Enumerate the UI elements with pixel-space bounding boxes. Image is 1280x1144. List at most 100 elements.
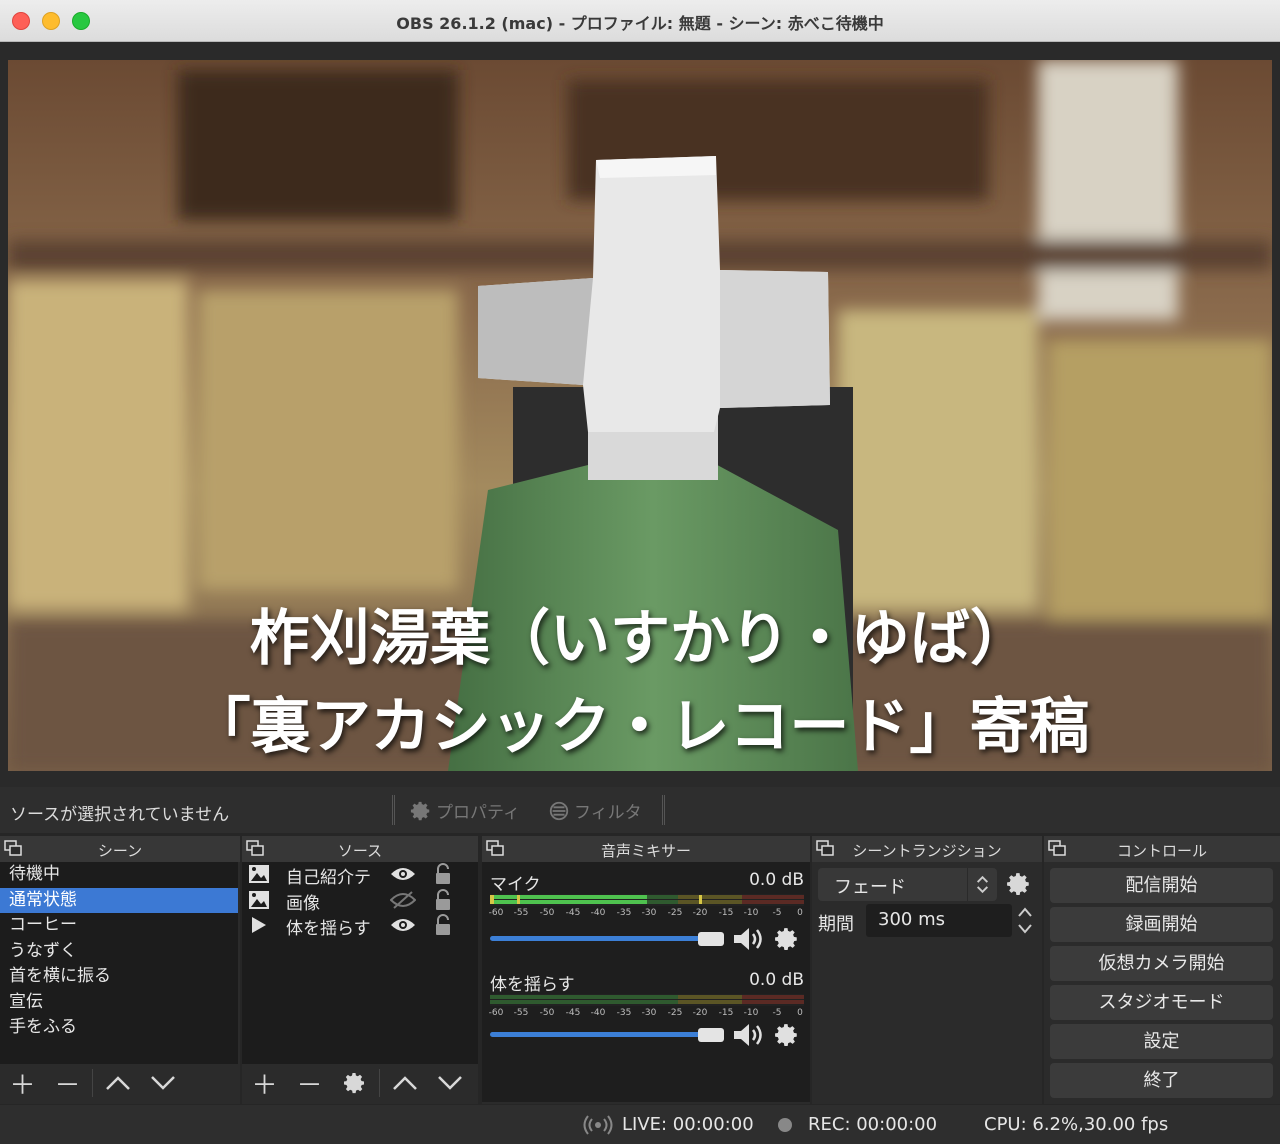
remove-source-button[interactable]: － (287, 1065, 332, 1101)
move-source-up-button[interactable] (382, 1065, 427, 1101)
cpu-fps: CPU: 6.2%,30.00 fps (984, 1114, 1169, 1135)
status-bar: LIVE: 00:00:00 REC: 00:00:00 CPU: 6.2%,3… (0, 1105, 1280, 1144)
source-name: 体を揺らす (286, 919, 371, 939)
move-scene-down-button[interactable] (140, 1065, 185, 1101)
play-icon (252, 917, 266, 933)
transition-properties-gear-icon[interactable] (1006, 871, 1032, 897)
chevron-down-icon (437, 1076, 462, 1090)
remove-scene-button[interactable]: － (45, 1065, 90, 1101)
spin-down-icon[interactable] (1014, 921, 1036, 937)
scene-item[interactable]: コーヒー (0, 913, 238, 939)
broadcast-icon (583, 1115, 613, 1135)
volume-slider-handle[interactable] (698, 1028, 724, 1042)
spin-up-icon[interactable] (1014, 904, 1036, 920)
gear-icon[interactable] (774, 1022, 800, 1048)
move-source-down-button[interactable] (427, 1065, 472, 1101)
sources-toolbar: ＋ － (242, 1065, 478, 1101)
meter-scale: -60 -55 -50 -45 -40 -35 -30 -25 -20 -15 -10 -5 0 (488, 908, 803, 918)
meter-fill (490, 900, 647, 904)
source-name: 自己紹介テ (286, 868, 371, 888)
scene-item[interactable]: うなずく (0, 939, 238, 965)
preview-canvas[interactable]: 柞刈湯葉（いすかり・ゆば） 「裏アカシック・レコード」寄稿 (8, 60, 1272, 771)
duration-label: 期間 (818, 914, 854, 935)
source-item[interactable]: 体を揺らす (242, 913, 478, 939)
properties-button[interactable]: プロパティ (410, 798, 520, 823)
rec-time: REC: 00:00:00 (808, 1114, 938, 1135)
toolbar-separator (92, 1069, 93, 1097)
image-icon (249, 890, 269, 909)
volume-slider[interactable] (490, 936, 710, 941)
studio-mode-button[interactable]: スタジオモード (1050, 985, 1273, 1020)
scene-item[interactable]: 待機中 (0, 862, 238, 888)
source-item[interactable]: 自己紹介テ (242, 862, 478, 888)
scene-list[interactable]: 待機中 通常状態 コーヒー うなずく 首を横に振る 宣伝 手をふる (0, 862, 238, 1064)
channel-name: マイク (490, 875, 541, 895)
unlock-icon[interactable] (433, 888, 453, 911)
source-properties-button[interactable] (332, 1065, 377, 1101)
scene-item[interactable]: 宣伝 (0, 990, 238, 1016)
source-item[interactable]: 画像 (242, 888, 478, 914)
caption-line-1: 柞刈湯葉（いすかり・ゆば） (250, 604, 1030, 674)
scenes-title: シーン (97, 842, 143, 860)
channel-name: 体を揺らす (490, 975, 575, 995)
filter-icon (549, 801, 569, 820)
scenes-dock-header: シーン (0, 836, 240, 862)
meter-scale: -60 -55 -50 -45 -40 -35 -30 -25 -20 -15 -10 -5 0 (488, 1008, 803, 1018)
chevron-down-icon (150, 1076, 175, 1090)
mixer-panel: マイク 0.0 dB -60 -55 -50 -45 -40 -35 -30 -25 -20 -1… (482, 862, 810, 1102)
meter-fill (490, 895, 647, 899)
exit-button[interactable]: 終了 (1050, 1063, 1273, 1098)
sources-dock-header: ソース (242, 836, 478, 862)
scene-item[interactable]: 手をふる (0, 1015, 238, 1041)
unlock-icon[interactable] (433, 863, 453, 885)
scene-item[interactable]: 首を横に振る (0, 964, 238, 990)
source-context-bar: ソースが選択されていません プロパティ フィルタ (0, 787, 1280, 833)
volume-slider-handle[interactable] (698, 932, 724, 946)
duration-input[interactable]: 300 ms (866, 904, 1012, 937)
gear-icon[interactable] (774, 926, 800, 952)
add-source-button[interactable]: ＋ (242, 1065, 287, 1101)
transition-type-select[interactable]: フェード (818, 868, 997, 901)
chevron-up-icon (105, 1076, 130, 1090)
channel-db: 0.0 dB (749, 870, 804, 890)
filters-label: フィルタ (574, 803, 642, 823)
properties-label: プロパティ (436, 803, 520, 823)
eye-icon[interactable] (390, 865, 416, 883)
source-list[interactable]: 自己紹介テ 画像 体を揺らす (242, 862, 478, 1064)
move-scene-up-button[interactable] (95, 1065, 140, 1101)
plus-icon: ＋ (251, 1070, 278, 1101)
toolbar-separator (379, 1069, 380, 1097)
scenes-toolbar: ＋ － (0, 1065, 238, 1101)
unlock-icon[interactable] (433, 914, 453, 936)
window-title: OBS 26.1.2 (mac) - プロファイル: 無題 - シーン: 赤べこ… (396, 14, 884, 33)
live-time: LIVE: 00:00:00 (622, 1114, 754, 1135)
channel-db: 0.0 dB (749, 970, 804, 990)
audio-mixer-title: 音声ミキサー (600, 842, 691, 860)
image-icon (249, 865, 269, 883)
start-recording-button[interactable]: 録画開始 (1050, 907, 1273, 942)
filters-button[interactable]: フィルタ (548, 798, 642, 823)
add-scene-button[interactable]: ＋ (0, 1065, 45, 1101)
transition-type-value: フェード (834, 877, 906, 898)
start-streaming-button[interactable]: 配信開始 (1050, 868, 1273, 903)
controls-dock-header: コントロール (1044, 836, 1280, 862)
toolbar-separator (662, 795, 665, 825)
speaker-icon[interactable] (732, 1022, 768, 1048)
volume-meter (490, 894, 804, 906)
chevron-up-icon (392, 1076, 417, 1090)
no-source-selected-label: ソースが選択されていません (10, 805, 230, 825)
eye-icon[interactable] (390, 916, 416, 934)
speaker-icon[interactable] (732, 926, 768, 952)
scene-item-selected[interactable]: 通常状態 (0, 887, 238, 913)
eye-hidden-icon[interactable] (390, 890, 416, 909)
gear-icon (410, 801, 430, 820)
scene-transitions-dock-header: シーントランジション (812, 836, 1042, 862)
start-virtual-camera-button[interactable]: 仮想カメラ開始 (1050, 946, 1273, 981)
audio-mixer-dock-header: 音声ミキサー (482, 836, 810, 862)
mixer-channel: マイク 0.0 dB -60 -55 -50 -45 -40 -35 -30 -25 -20 -1… (488, 870, 804, 960)
settings-button[interactable]: 設定 (1050, 1024, 1273, 1059)
plus-icon: ＋ (9, 1070, 36, 1101)
sources-title: ソース (337, 842, 383, 860)
record-indicator-icon (778, 1118, 792, 1132)
volume-slider[interactable] (490, 1032, 710, 1037)
